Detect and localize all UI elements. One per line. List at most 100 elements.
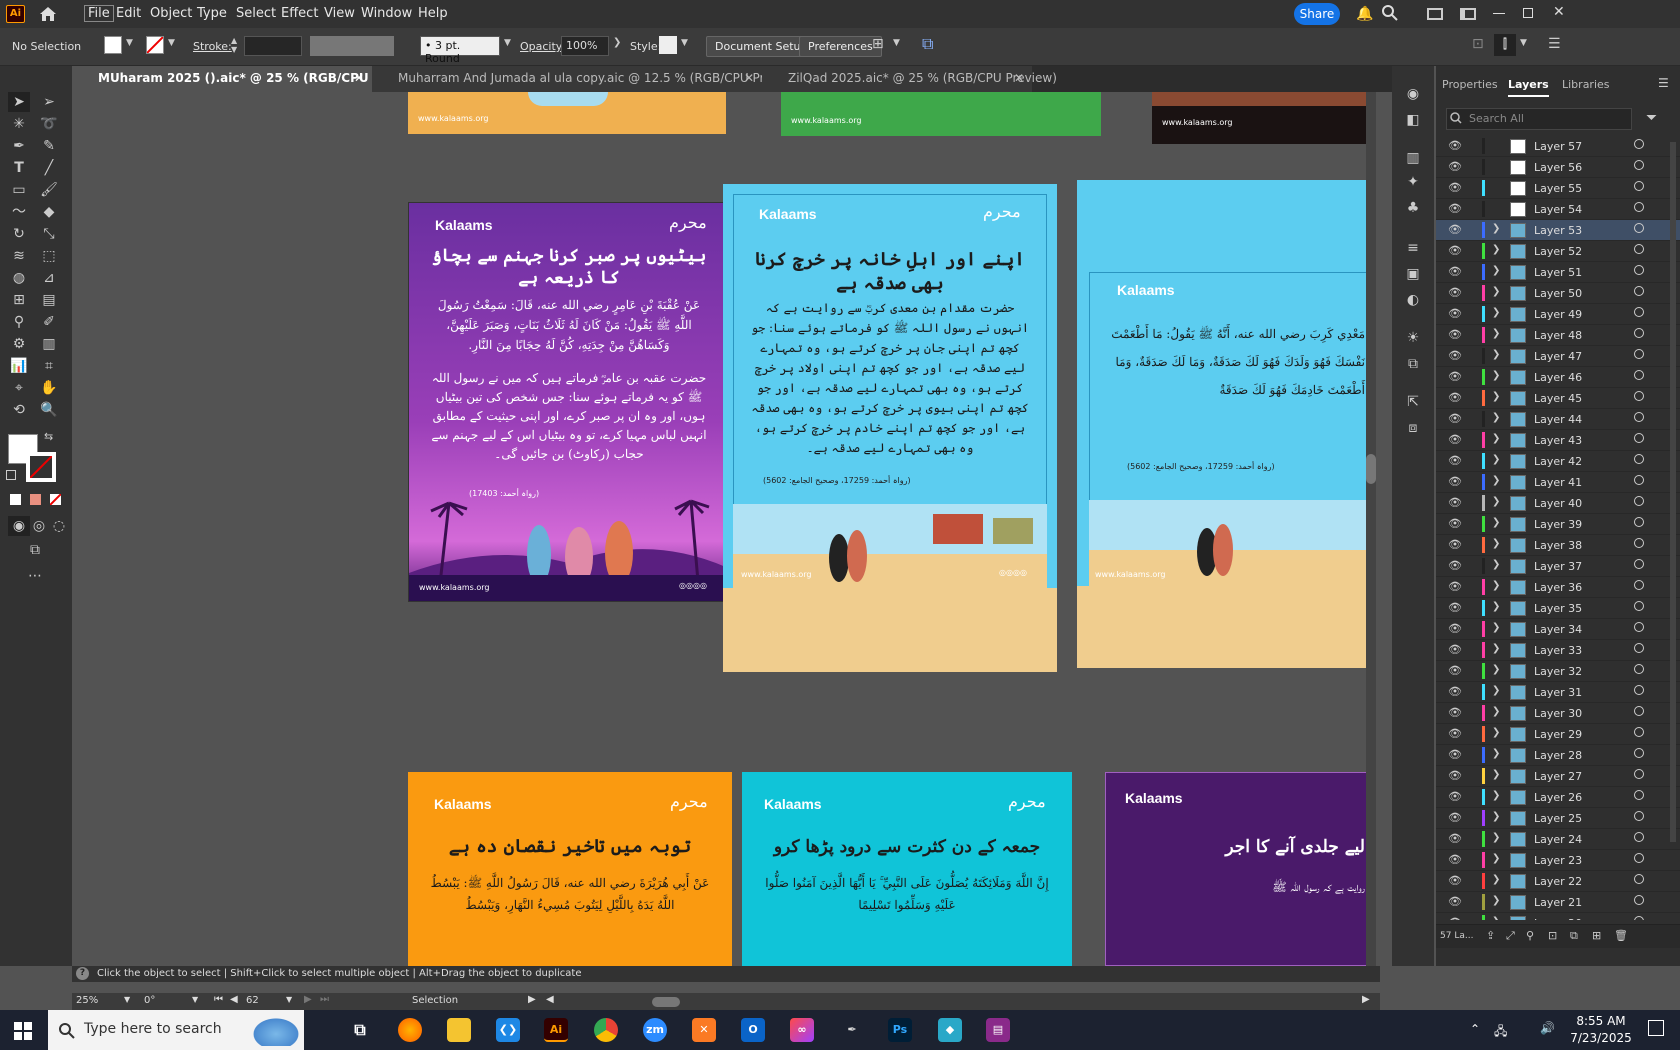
eye-icon[interactable]: 👁 (1448, 496, 1462, 509)
panel-scrollbar[interactable] (1670, 142, 1676, 842)
layer-name[interactable]: Layer 51 (1534, 266, 1582, 279)
column-graph-icon[interactable]: ▥ (38, 334, 60, 354)
layer-name[interactable]: Layer 30 (1534, 707, 1582, 720)
search-icon[interactable] (1381, 4, 1399, 25)
layer-target-icon[interactable] (1634, 874, 1644, 884)
chevron-right-icon[interactable]: ❯ (1492, 601, 1500, 612)
perspective-grid-icon[interactable]: ⊿ (38, 268, 60, 288)
eye-icon[interactable]: 👁 (1448, 601, 1462, 614)
magic-wand-icon[interactable]: ✳ (8, 114, 30, 134)
layer-name[interactable]: Layer 31 (1534, 686, 1582, 699)
layer-target-icon[interactable] (1634, 181, 1644, 191)
chevron-right-icon[interactable]: ❯ (1492, 391, 1500, 402)
layer-target-icon[interactable] (1634, 286, 1644, 296)
tab-zilqad-2025[interactable]: ZilQad 2025.aic* @ 25 % (RGB/CPU Preview… (762, 66, 1057, 92)
eye-icon[interactable]: 👁 (1448, 874, 1462, 887)
vertical-scroll-thumb[interactable] (1366, 454, 1376, 484)
new-layer-icon[interactable]: ⊞ (1592, 929, 1601, 942)
layer-name[interactable]: Layer 32 (1534, 665, 1582, 678)
transform-icon[interactable]: ⧉ (922, 34, 933, 54)
artboard-top-1[interactable]: www.kalaams.org (408, 92, 726, 134)
artboard-card-1[interactable]: Kalaams محرم بیٹیوں پر صبر کرنا جہنم سے … (408, 202, 727, 602)
layer-target-icon[interactable] (1634, 391, 1644, 401)
slice-tool-icon[interactable]: ⌗ (38, 356, 60, 376)
layer-name[interactable]: Layer 45 (1534, 392, 1582, 405)
chevron-down-icon[interactable]: ▼ (192, 995, 198, 1004)
zoom-tool-icon[interactable]: 🔍 (38, 400, 60, 420)
swatches-panel-icon[interactable]: ◧ (1402, 110, 1424, 130)
layer-row[interactable]: 👁 ❯ Layer 25 (1436, 808, 1680, 829)
layer-name[interactable]: Layer 23 (1534, 854, 1582, 867)
layer-name[interactable]: Layer 25 (1534, 812, 1582, 825)
layer-row[interactable]: 👁 ❯ Layer 49 (1436, 304, 1680, 325)
opacity-input[interactable]: 100% (561, 36, 609, 56)
layer-target-icon[interactable] (1634, 538, 1644, 548)
layer-row[interactable]: 👁 ❯ Layer 22 (1436, 871, 1680, 892)
chevron-right-icon[interactable]: ❯ (1492, 769, 1500, 780)
mesh-tool-icon[interactable]: ⊞ (8, 290, 30, 310)
last-artboard-icon[interactable]: ⏭ (320, 994, 329, 1005)
curvature-tool-icon[interactable]: ✎ (38, 136, 60, 156)
layer-target-icon[interactable] (1634, 748, 1644, 758)
layer-name[interactable]: Layer 27 (1534, 770, 1582, 783)
layer-row[interactable]: 👁 ❯ Layer 35 (1436, 598, 1680, 619)
previous-artboard-icon[interactable]: ◀ (230, 994, 238, 1005)
layer-target-icon[interactable] (1634, 895, 1644, 905)
eye-icon[interactable]: 👁 (1448, 475, 1462, 488)
eye-icon[interactable]: 👁 (1448, 391, 1462, 404)
eye-icon[interactable]: 👁 (1448, 916, 1462, 920)
eye-icon[interactable]: 👁 (1448, 853, 1462, 866)
layer-row[interactable]: 👁 Layer 55 (1436, 178, 1680, 199)
close-icon[interactable]: ✕ (744, 71, 754, 85)
illustrator-icon[interactable]: Ai (544, 1018, 568, 1042)
chevron-down-icon[interactable]: ▼ (681, 38, 688, 48)
layer-name[interactable]: Layer 35 (1534, 602, 1582, 615)
xampp-icon[interactable]: ✕ (692, 1018, 716, 1042)
eye-icon[interactable]: 👁 (1448, 412, 1462, 425)
close-icon[interactable]: ✕ (1014, 71, 1024, 85)
stroke-color-swatch[interactable] (26, 452, 56, 482)
paintbrush-icon[interactable]: 🖌 (38, 180, 60, 200)
artboard-number[interactable]: 62 (246, 995, 259, 1006)
layer-target-icon[interactable] (1634, 832, 1644, 842)
layer-row[interactable]: 👁 ❯ Layer 31 (1436, 682, 1680, 703)
free-transform-icon[interactable]: ⬚ (38, 246, 60, 266)
chevron-right-icon[interactable]: ▶ (528, 994, 536, 1005)
layer-target-icon[interactable] (1634, 622, 1644, 632)
layer-target-icon[interactable] (1634, 580, 1644, 590)
pathfinder-panel-icon[interactable]: ⧈ (1402, 418, 1424, 438)
layer-name[interactable]: Layer 41 (1534, 476, 1582, 489)
menu-icon[interactable]: ☰ (1548, 36, 1561, 52)
tab-muharram-jumada[interactable]: Muharram And Jumada al ula copy.aic @ 12… (372, 66, 804, 92)
menu-select[interactable]: Select (236, 6, 276, 21)
menu-object[interactable]: Object (150, 6, 192, 21)
layer-target-icon[interactable] (1634, 475, 1644, 485)
rectangle-tool-icon[interactable]: ▭ (8, 180, 30, 200)
layer-name[interactable]: Layer 33 (1534, 644, 1582, 657)
artboard-card-4[interactable]: Kalaams محرم توبہ میں تاخیر نقصان دہ ہے … (408, 772, 732, 966)
eye-icon[interactable]: 👁 (1448, 832, 1462, 845)
chevron-right-icon[interactable]: ❯ (1492, 370, 1500, 381)
layer-name[interactable]: Layer 24 (1534, 833, 1582, 846)
layer-row[interactable]: 👁 ❯ Layer 41 (1436, 472, 1680, 493)
layer-name[interactable]: Layer 43 (1534, 434, 1582, 447)
eye-icon[interactable]: 👁 (1448, 685, 1462, 698)
chevron-right-icon[interactable]: ❯ (1492, 412, 1500, 423)
layer-row[interactable]: 👁 ❯ Layer 44 (1436, 409, 1680, 430)
minimize-window-icon[interactable] (1493, 13, 1505, 14)
task-view-icon[interactable]: ⧉ (348, 1018, 372, 1042)
layer-row[interactable]: 👁 ❯ Layer 40 (1436, 493, 1680, 514)
chevron-right-icon[interactable]: ❯ (1492, 244, 1500, 255)
eye-icon[interactable]: 👁 (1448, 580, 1462, 593)
chevron-right-icon[interactable]: ❯ (1492, 790, 1500, 801)
layer-name[interactable]: Layer 26 (1534, 791, 1582, 804)
gradient-mode-icon[interactable] (30, 494, 41, 505)
align-icon[interactable]: ⊞ (872, 36, 884, 52)
layer-row[interactable]: 👁 Layer 54 (1436, 199, 1680, 220)
layer-name[interactable]: Layer 38 (1534, 539, 1582, 552)
eraser-icon[interactable]: ◆ (38, 202, 60, 222)
layer-row[interactable]: 👁 ❯ Layer 20 (1436, 913, 1680, 920)
appearance-panel-icon[interactable]: ☀ (1402, 328, 1424, 348)
layer-name[interactable]: Layer 46 (1534, 371, 1582, 384)
chevron-right-icon[interactable]: ❯ (1492, 643, 1500, 654)
